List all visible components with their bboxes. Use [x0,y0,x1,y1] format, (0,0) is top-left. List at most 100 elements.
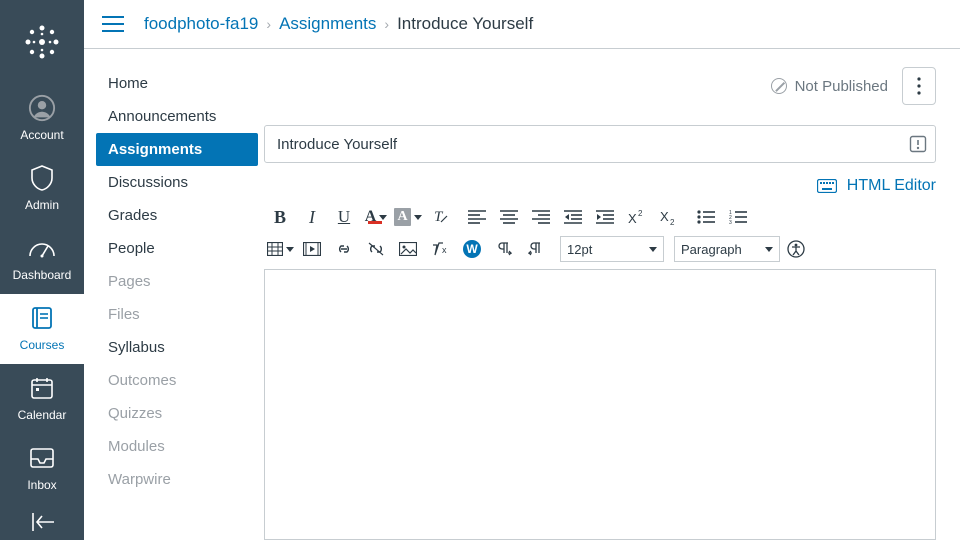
nav-inbox[interactable]: Inbox [0,434,84,504]
coursenav-syllabus[interactable]: Syllabus [96,331,264,364]
user-circle-icon [28,93,56,123]
unlink-button[interactable] [360,234,392,264]
bullet-list-icon [697,210,715,224]
nav-admin[interactable]: Admin [0,154,84,224]
publish-status: Not Published [771,78,888,95]
svg-text:2: 2 [670,218,675,225]
align-left-icon [468,210,486,224]
svg-text:2: 2 [638,209,643,218]
italic-button[interactable]: I [296,202,328,232]
paragraph-select[interactable]: Paragraph [674,236,780,262]
breadcrumb-section[interactable]: Assignments [279,14,376,34]
shield-icon [30,165,54,191]
equation-button[interactable]: x [424,234,456,264]
coursenav-assignments[interactable]: Assignments [96,133,258,166]
subscript-icon: X2 [660,209,678,225]
clear-formatting-button[interactable]: T [424,202,456,232]
html-editor-toggle[interactable]: HTML Editor [264,177,936,195]
align-right-button[interactable] [525,202,557,232]
breadcrumb-current: Introduce Yourself [397,14,533,34]
nav-admin-label: Admin [25,198,59,212]
breadcrumb-course[interactable]: foodphoto-fa19 [144,14,258,34]
breadcrumb-sep-icon: › [384,16,389,32]
coursenav-announcements[interactable]: Announcements [96,100,264,133]
hamburger-menu[interactable] [102,16,124,32]
nav-calendar[interactable]: Calendar [0,364,84,434]
coursenav-warpwire[interactable]: Warpwire [96,463,264,496]
nav-courses-label: Courses [20,338,65,352]
coursenav-home[interactable]: Home [96,67,264,100]
clear-format-icon: T [431,208,449,226]
rtl-button[interactable] [520,234,552,264]
unlink-icon [367,241,385,257]
align-right-icon [532,210,550,224]
assignment-title-input[interactable] [275,135,909,154]
coursenav-discussions[interactable]: Discussions [96,166,264,199]
inbox-icon [29,447,55,469]
caret-down-icon [379,215,387,220]
nav-account-label: Account [20,128,63,142]
editor-content-area[interactable] [264,269,936,540]
svg-text:X: X [660,209,669,224]
html-editor-label: HTML Editor [847,177,936,195]
warpwire-button[interactable]: W [456,234,488,264]
brand-logo[interactable] [0,0,84,84]
media-icon [303,242,321,256]
coursenav-pages[interactable]: Pages [96,265,264,298]
assignment-title-field[interactable] [264,125,936,163]
nav-account[interactable]: Account [0,84,84,154]
bold-button[interactable]: B [264,202,296,232]
coursenav-modules[interactable]: Modules [96,430,264,463]
align-center-button[interactable] [493,202,525,232]
font-size-select[interactable]: 12pt [560,236,664,262]
table-icon [267,242,283,256]
topbar: foodphoto-fa19 › Assignments › Introduce… [84,0,960,49]
breadcrumb: foodphoto-fa19 › Assignments › Introduce… [144,14,533,34]
ltr-button[interactable] [488,234,520,264]
caret-down-icon [414,215,422,220]
bullet-list-button[interactable] [690,202,722,232]
table-button[interactable] [264,234,296,264]
superscript-button[interactable]: X2 [621,202,653,232]
title-info-icon [909,135,927,153]
superscript-icon: X2 [628,209,646,225]
indent-button[interactable] [589,202,621,232]
link-button[interactable] [328,234,360,264]
image-button[interactable] [392,234,424,264]
svg-text:3: 3 [729,220,732,224]
rtl-icon [528,241,544,257]
accessibility-icon [787,240,805,258]
underline-button[interactable]: U [328,202,360,232]
paragraph-value: Paragraph [681,242,742,257]
coursenav-grades[interactable]: Grades [96,199,264,232]
breadcrumb-sep-icon: › [266,16,271,32]
global-nav: Account Admin Dashboard Courses Calendar… [0,0,84,540]
coursenav-people[interactable]: People [96,232,264,265]
indent-icon [596,210,614,224]
text-color-button[interactable]: A [360,202,392,232]
align-left-button[interactable] [461,202,493,232]
kebab-icon [917,77,921,95]
nav-calendar-label: Calendar [18,408,67,422]
outdent-button[interactable] [557,202,589,232]
subscript-button[interactable]: X2 [653,202,685,232]
nav-dashboard-label: Dashboard [13,268,72,282]
coursenav-outcomes[interactable]: Outcomes [96,364,264,397]
nav-dashboard[interactable]: Dashboard [0,224,84,294]
coursenav-quizzes[interactable]: Quizzes [96,397,264,430]
coursenav-files[interactable]: Files [96,298,264,331]
hamburger-icon [102,16,124,32]
nav-courses[interactable]: Courses [0,294,84,364]
bg-color-button[interactable]: A [392,202,424,232]
more-options-button[interactable] [902,67,936,105]
accessibility-button[interactable] [780,234,812,264]
caret-down-icon [649,247,657,252]
caret-down-icon [286,247,294,252]
content: foodphoto-fa19 › Assignments › Introduce… [84,0,960,540]
svg-text:T: T [434,209,444,225]
nav-collapse[interactable] [0,504,84,540]
numbered-list-button[interactable]: 123 [722,202,754,232]
calendar-icon [30,376,54,400]
publish-status-label: Not Published [795,78,888,95]
media-button[interactable] [296,234,328,264]
